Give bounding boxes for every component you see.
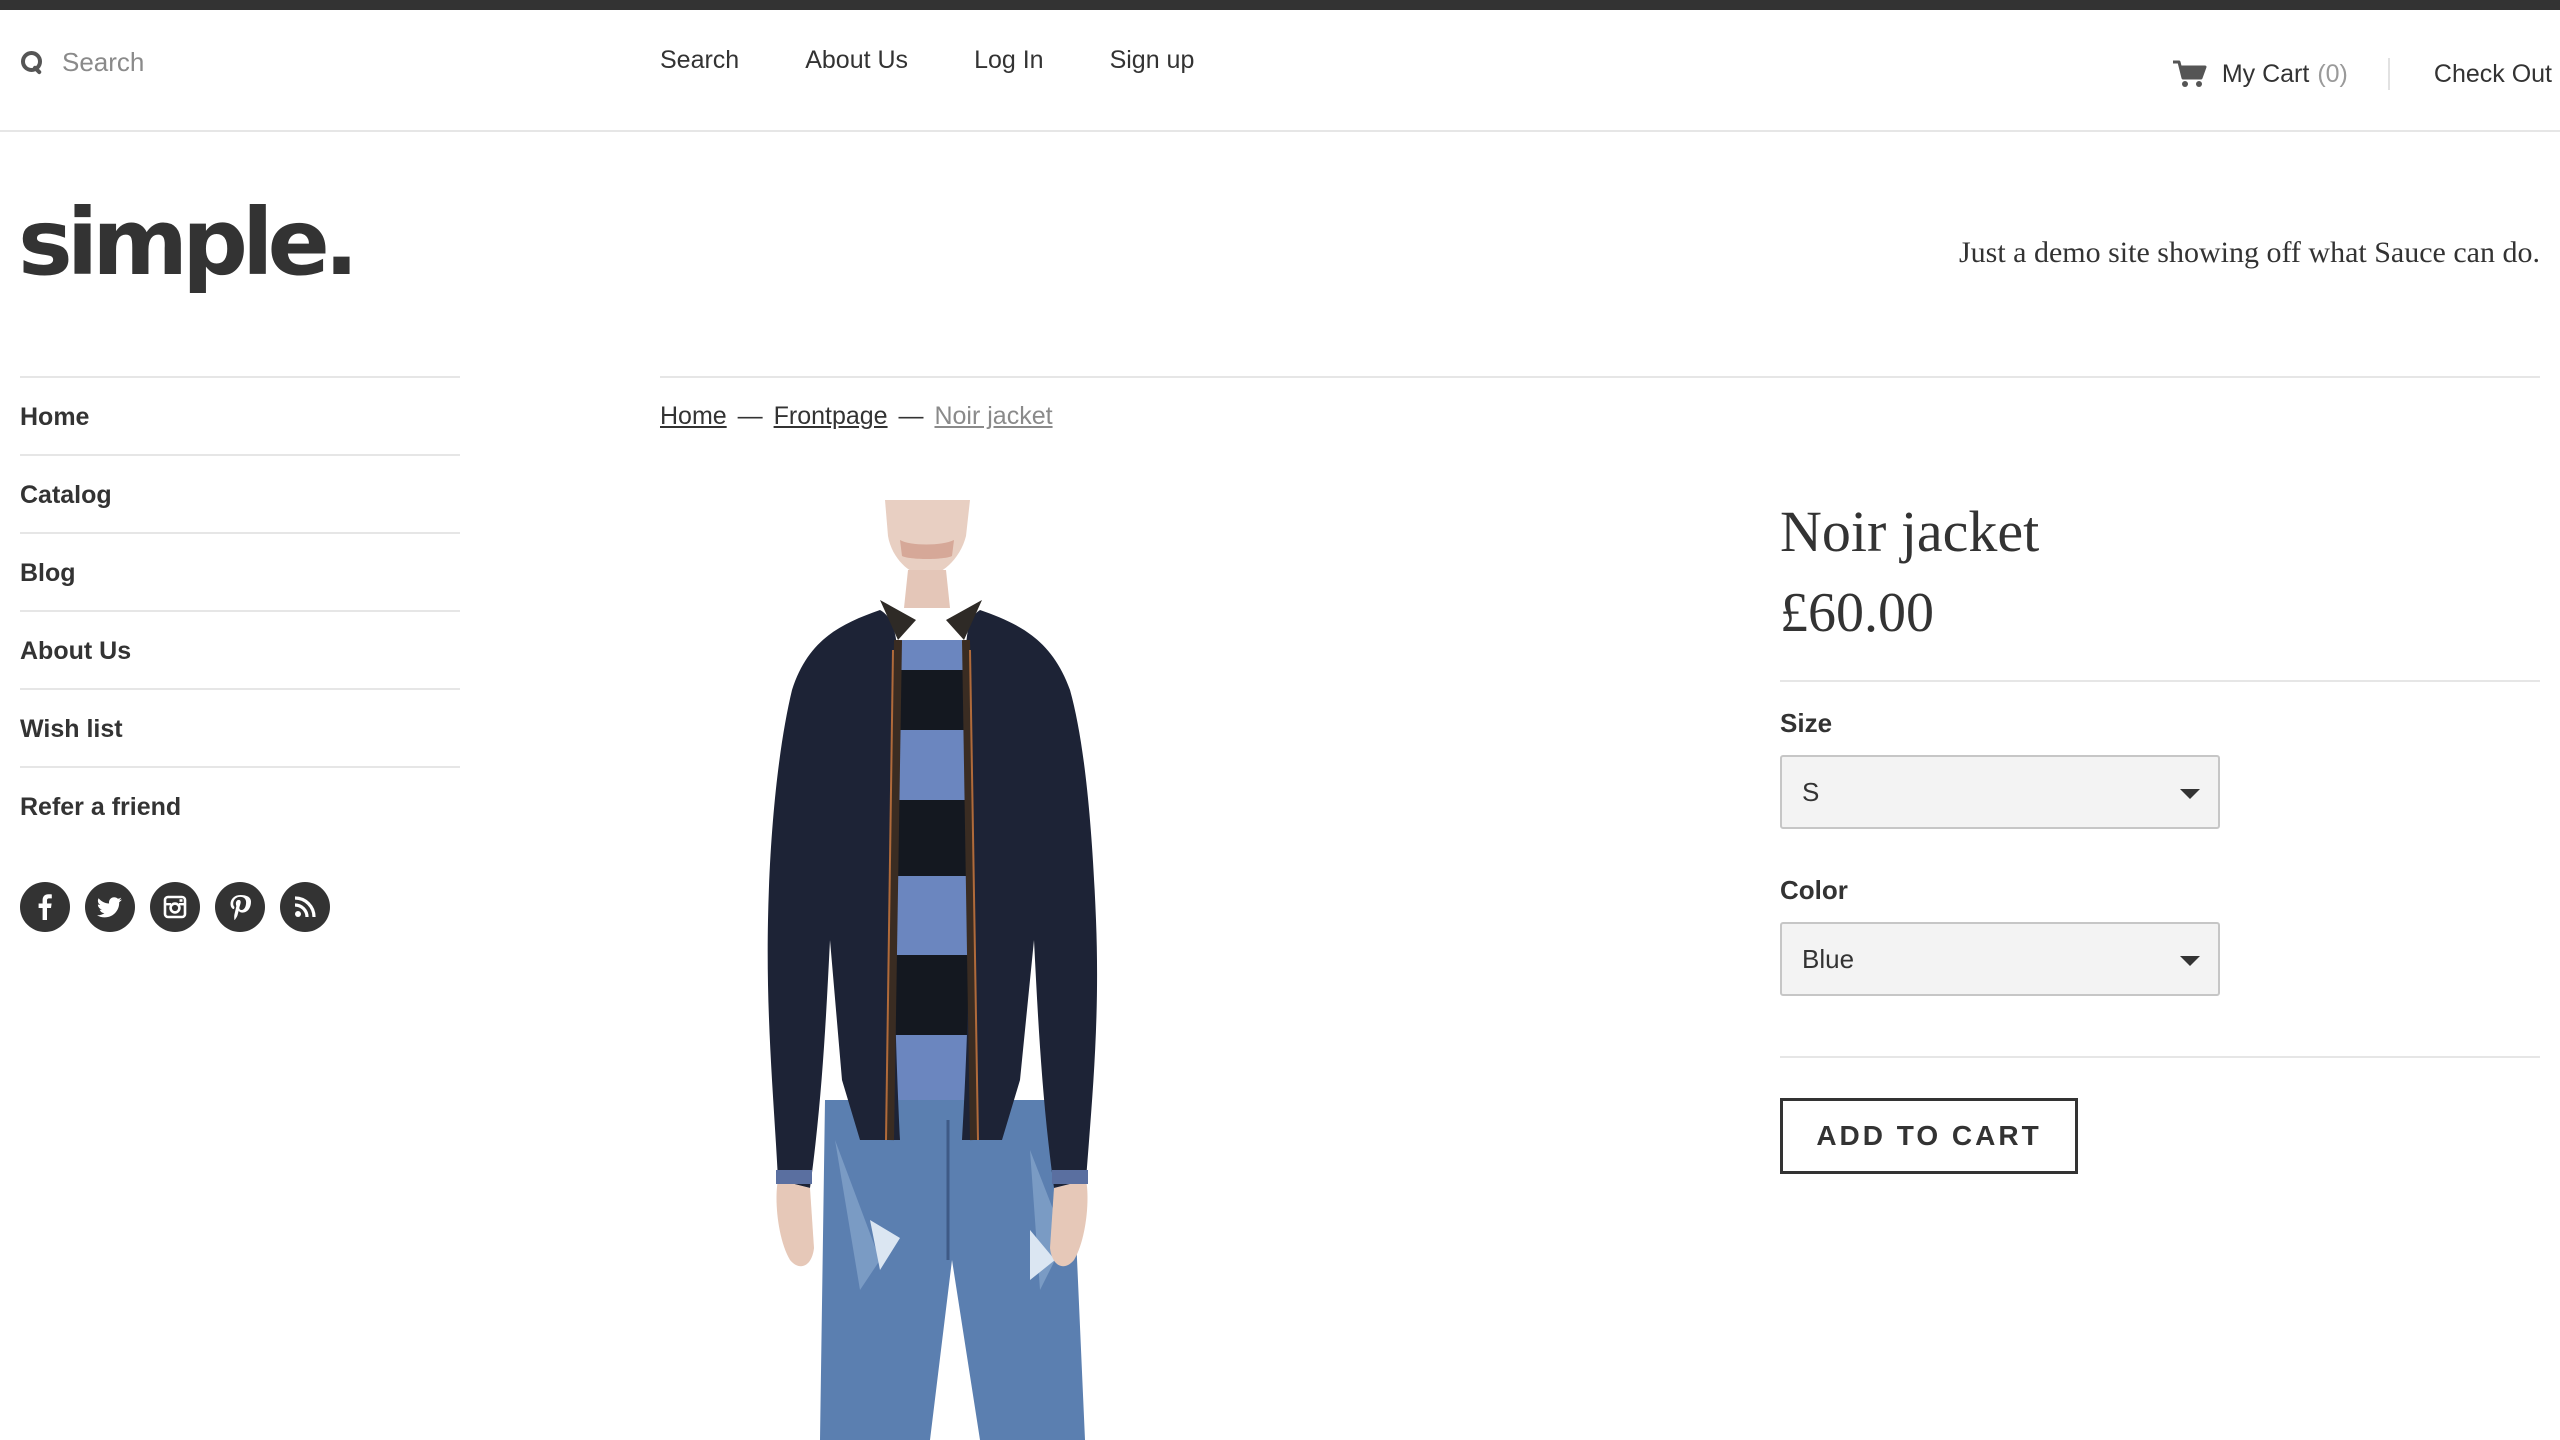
divider (1780, 680, 2540, 682)
cart-nav: My Cart (0) Check Out (2172, 58, 2552, 90)
check-out-link[interactable]: Check Out (2434, 60, 2552, 89)
divider (1780, 1056, 2540, 1058)
cart-icon[interactable] (2172, 59, 2208, 89)
add-to-cart-button[interactable]: ADD TO CART (1780, 1098, 2078, 1174)
site-logo[interactable]: simple. (18, 188, 359, 298)
size-select-value: S (1802, 776, 1820, 807)
breadcrumb: Home — Frontpage — Noir jacket (660, 402, 1053, 431)
color-select[interactable]: Blue (1780, 922, 2220, 996)
social-links (20, 882, 330, 932)
color-select-value: Blue (1802, 943, 1855, 974)
content-top-rule (660, 376, 2540, 378)
top-dark-strip (0, 0, 2560, 10)
breadcrumb-separator: — (898, 402, 924, 430)
facebook-icon[interactable] (20, 882, 70, 932)
size-label: Size (1780, 708, 1833, 738)
site-header: Search About Us Log In Sign up My Cart (… (0, 10, 2560, 132)
search-box[interactable] (20, 32, 580, 92)
sidebar-item-refer-a-friend[interactable]: Refer a friend (20, 766, 460, 844)
pinterest-icon[interactable] (215, 882, 265, 932)
breadcrumb-separator: — (737, 402, 763, 430)
main-nav: Search About Us Log In Sign up (660, 38, 1260, 82)
nav-sign-up-link[interactable]: Sign up (1110, 38, 1195, 82)
product-title: Noir jacket (1780, 499, 2040, 564)
sidebar-item-home[interactable]: Home (20, 376, 460, 454)
cart-count: (0) (2317, 59, 2348, 88)
sidebar-item-catalog[interactable]: Catalog (20, 454, 460, 532)
site-tagline: Just a demo site showing off what Sauce … (1958, 236, 2540, 269)
chevron-down-icon (2180, 956, 2200, 966)
product-info: Noir jacket £60.00 Size S Color Blue ADD… (1780, 496, 2540, 1174)
breadcrumb-current: Noir jacket (934, 402, 1053, 430)
twitter-icon[interactable] (85, 882, 135, 932)
search-icon[interactable] (20, 50, 44, 74)
sidebar-item-wish-list[interactable]: Wish list (20, 688, 460, 766)
sidebar-item-blog[interactable]: Blog (20, 532, 460, 610)
breadcrumb-home-link[interactable]: Home (660, 402, 727, 430)
rss-icon[interactable] (280, 882, 330, 932)
sidebar-nav: Home Catalog Blog About Us Wish list Ref… (20, 376, 460, 844)
nav-about-us-link[interactable]: About Us (805, 38, 908, 82)
nav-log-in-link[interactable]: Log In (974, 38, 1044, 82)
cart-divider (2387, 58, 2390, 90)
size-select[interactable]: S (1780, 755, 2220, 829)
search-input[interactable] (62, 46, 542, 78)
instagram-icon[interactable] (150, 882, 200, 932)
my-cart-link[interactable]: My Cart (2222, 60, 2310, 89)
nav-search-link[interactable]: Search (660, 38, 739, 82)
chevron-down-icon (2180, 789, 2200, 799)
product-price: £60.00 (1780, 582, 1934, 644)
breadcrumb-frontpage-link[interactable]: Frontpage (774, 402, 888, 430)
product-image[interactable] (730, 500, 1200, 1440)
sidebar-item-about-us[interactable]: About Us (20, 610, 460, 688)
color-label: Color (1780, 875, 1848, 905)
